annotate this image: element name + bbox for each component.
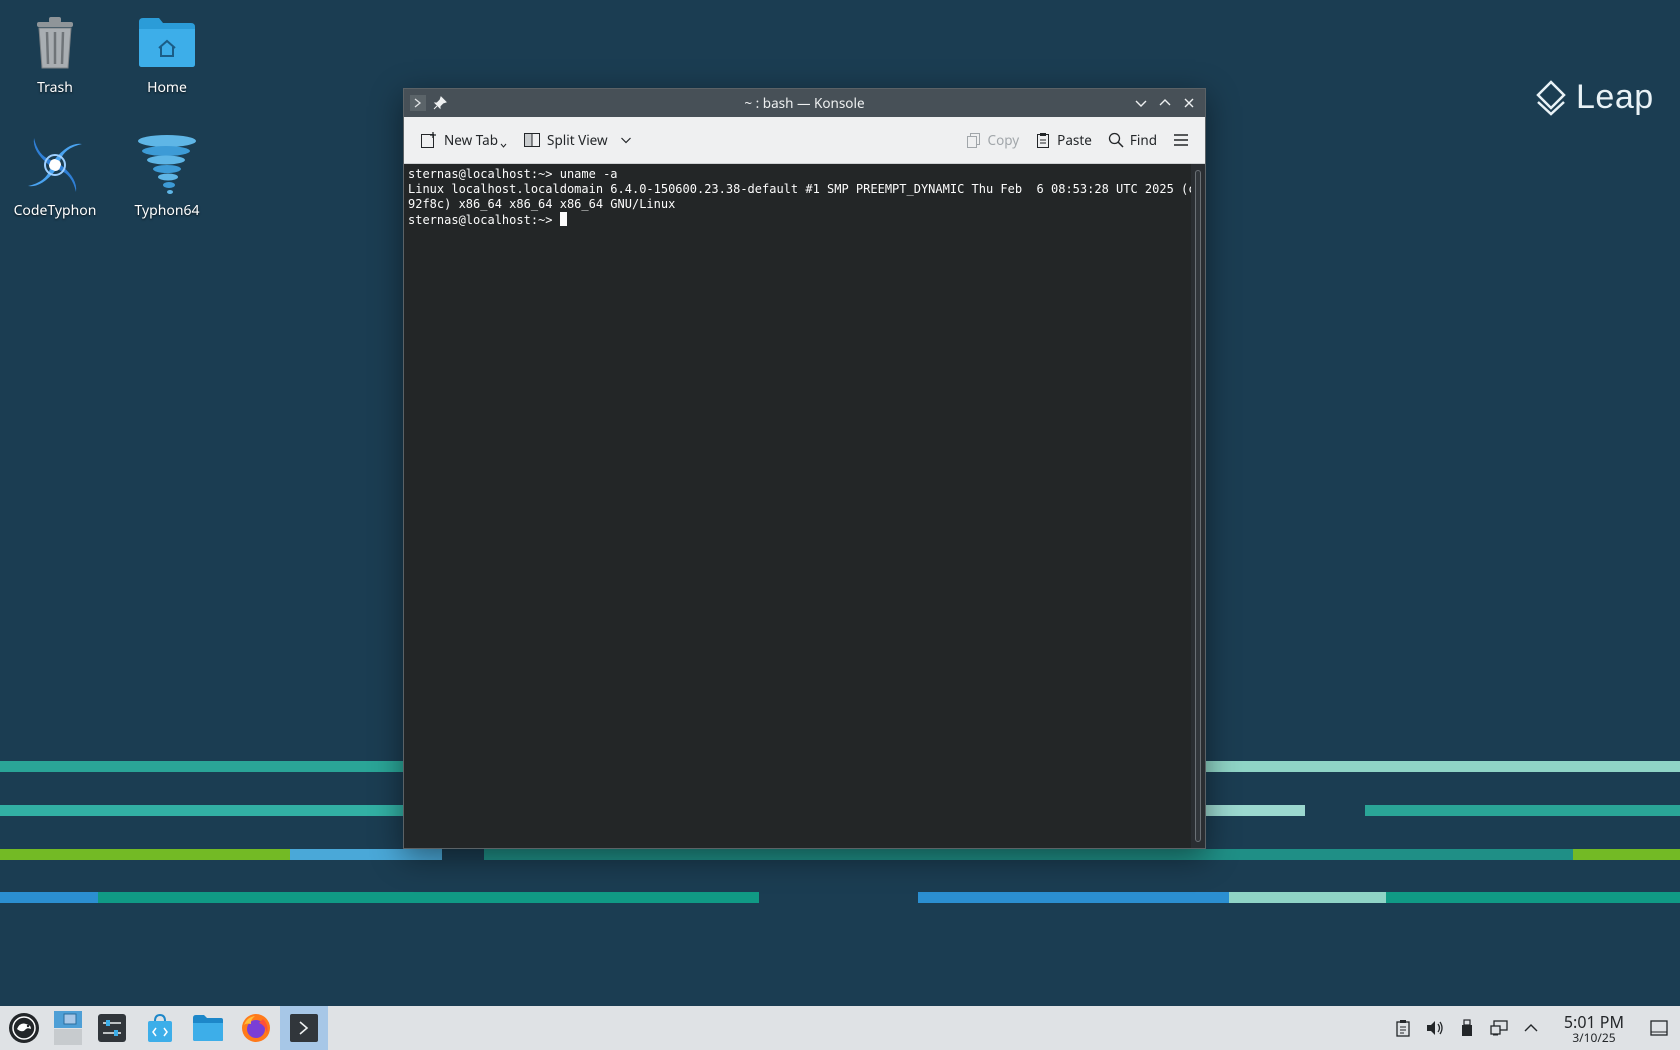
home-folder-icon — [135, 10, 199, 74]
close-button[interactable] — [1181, 95, 1197, 111]
terminal-scrollbar[interactable] — [1191, 164, 1205, 848]
desktop-icon-trash[interactable]: Trash — [0, 10, 110, 97]
konsole-terminal-icon — [290, 1014, 318, 1042]
chevron-down-icon — [500, 143, 507, 148]
copy-button[interactable]: Copy — [958, 127, 1028, 153]
task-firefox[interactable] — [232, 1006, 280, 1050]
window-titlebar[interactable]: ~ : bash — Konsole — [404, 89, 1205, 117]
split-view-label: Split View — [547, 131, 608, 149]
desktop-icon-label: CodeTyphon — [13, 201, 97, 220]
trash-icon — [23, 10, 87, 74]
wallpaper-stripe — [1229, 892, 1386, 903]
firefox-icon — [242, 1014, 270, 1042]
paste-label: Paste — [1057, 131, 1092, 149]
paste-button[interactable]: Paste — [1027, 127, 1100, 153]
opensuse-launcher-icon — [9, 1013, 39, 1043]
show-desktop-icon[interactable] — [1650, 1019, 1668, 1037]
new-tab-button[interactable]: New Tab — [412, 127, 515, 153]
clock-date: 3/10/25 — [1572, 1028, 1616, 1046]
split-view-dropdown[interactable] — [616, 130, 636, 150]
hamburger-menu-icon — [1174, 134, 1188, 146]
volume-icon[interactable] — [1426, 1019, 1444, 1037]
terminal-prompt: sternas@localhost:~> — [408, 213, 560, 227]
wallpaper-stripe — [1573, 849, 1680, 860]
desktop-icon-label: Typhon64 — [134, 201, 200, 220]
konsole-toolbar: New Tab Split View Copy Paste Find — [404, 117, 1205, 164]
copy-label: Copy — [987, 131, 1020, 149]
find-label: Find — [1129, 131, 1157, 149]
chevron-down-icon — [620, 137, 631, 144]
digital-clock[interactable]: 5:01 PM 3/10/25 — [1564, 1013, 1624, 1044]
split-view-icon — [524, 133, 541, 147]
new-tab-icon — [421, 132, 436, 148]
desktop-icon-label: Home — [147, 78, 187, 97]
konsole-window: ~ : bash — Konsole New Tab Split View Co… — [403, 88, 1206, 849]
leap-brand-text: Leap — [1576, 78, 1654, 116]
leap-logo: Leap — [1536, 78, 1654, 117]
system-tray: 5:01 PM 3/10/25 — [1394, 1013, 1680, 1044]
find-button[interactable]: Find — [1100, 127, 1165, 153]
tray-expander-chevron-up-icon[interactable] — [1522, 1019, 1540, 1037]
task-konsole[interactable] — [280, 1006, 328, 1050]
task-dolphin[interactable] — [184, 1006, 232, 1050]
wallpaper-stripe — [1204, 761, 1680, 772]
system-settings-icon — [98, 1014, 126, 1042]
task-system-settings[interactable] — [88, 1006, 136, 1050]
application-launcher[interactable] — [0, 1006, 48, 1050]
terminal-line: 92f8c) x86_64 x86_64 x86_64 GNU/Linux — [408, 197, 676, 211]
leap-diamond-icon — [1536, 79, 1566, 116]
discover-store-icon — [148, 1013, 172, 1042]
minimize-button[interactable] — [1133, 95, 1149, 111]
wallpaper-stripe — [1386, 892, 1680, 903]
wallpaper-stripe — [918, 892, 1229, 903]
copy-icon — [966, 133, 980, 148]
wallpaper-stripe — [484, 849, 1573, 860]
scrollbar-thumb[interactable] — [1195, 170, 1201, 842]
desktop-icon-typhon64[interactable]: Typhon64 — [112, 133, 222, 220]
desktop-icon-label: Trash — [37, 78, 73, 97]
clipboard-icon[interactable] — [1394, 1019, 1412, 1037]
wallpaper-stripe — [98, 892, 759, 903]
paste-icon — [1037, 133, 1050, 148]
task-discover[interactable] — [136, 1006, 184, 1050]
terminal-cursor — [559, 212, 567, 226]
pager-widget[interactable] — [48, 1006, 88, 1050]
file-manager-folder-icon — [193, 1015, 223, 1041]
wallpaper-stripe — [290, 849, 442, 860]
terminal-output[interactable]: sternas@localhost:~> uname -a Linux loca… — [404, 164, 1203, 848]
konsole-app-icon[interactable] — [410, 95, 426, 111]
wallpaper-stripe — [0, 849, 290, 860]
pin-icon[interactable] — [432, 95, 448, 111]
taskbar: 5:01 PM 3/10/25 — [0, 1006, 1680, 1050]
new-tab-label: New Tab — [444, 131, 499, 149]
search-icon — [1108, 132, 1124, 148]
tornado-icon — [135, 133, 199, 197]
wallpaper-stripe — [0, 892, 98, 903]
wallpaper-stripe — [1365, 805, 1680, 816]
clock-time: 5:01 PM — [1563, 1010, 1624, 1033]
split-view-button[interactable]: Split View — [515, 127, 616, 153]
removable-device-icon[interactable] — [1458, 1019, 1476, 1037]
terminal-prompt-line: sternas@localhost:~> — [408, 212, 1187, 228]
wallpaper-stripe — [1204, 805, 1305, 816]
network-wired-icon[interactable] — [1490, 1019, 1508, 1037]
desktop-icon-home[interactable]: Home — [112, 10, 222, 97]
maximize-button[interactable] — [1157, 95, 1173, 111]
window-title: ~ : bash — Konsole — [744, 94, 865, 112]
terminal-line: Linux localhost.localdomain 6.4.0-150600… — [408, 182, 1203, 196]
codetyphon-icon — [23, 133, 87, 197]
hamburger-menu-button[interactable] — [1165, 129, 1197, 151]
desktop-icon-codetyphon[interactable]: CodeTyphon — [0, 133, 110, 220]
terminal-line: sternas@localhost:~> uname -a — [408, 167, 618, 181]
virtual-desktop-pager-icon — [54, 1011, 82, 1045]
